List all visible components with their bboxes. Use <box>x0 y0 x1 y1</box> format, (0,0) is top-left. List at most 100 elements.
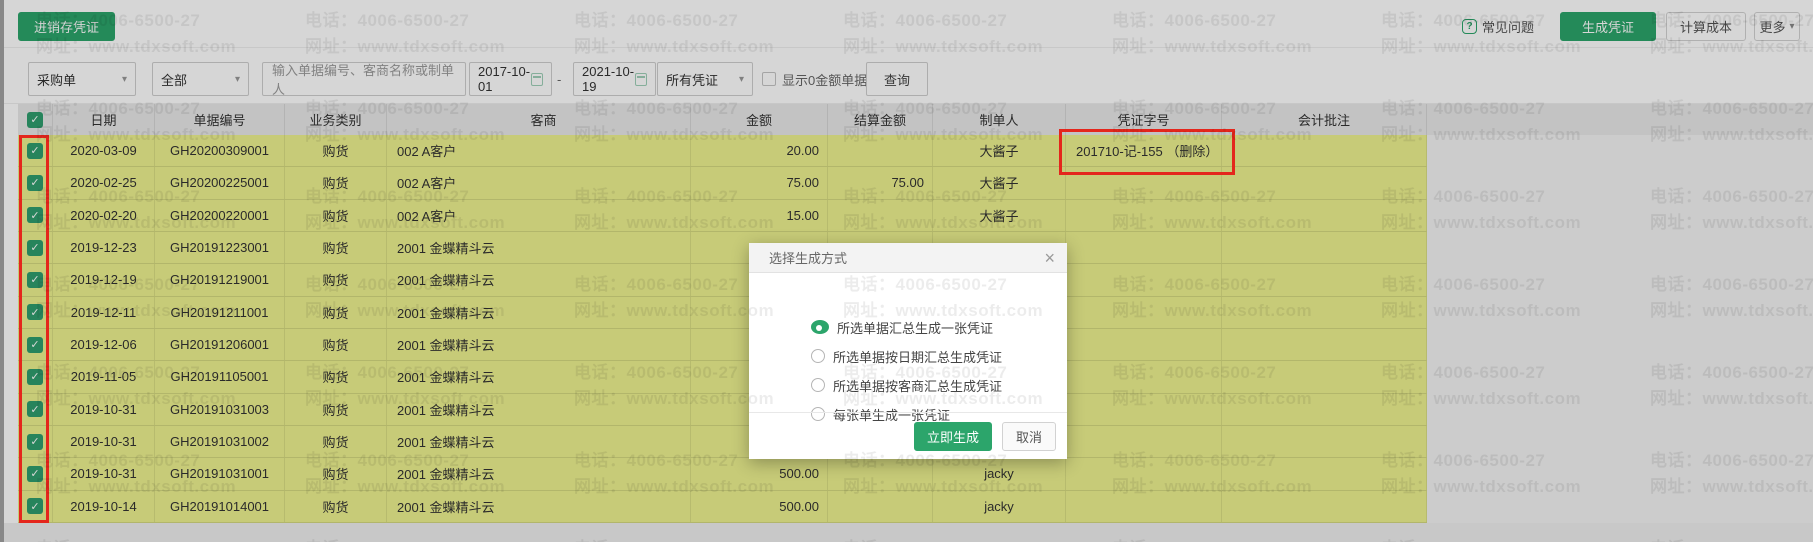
date-from-input[interactable]: 2017-10-01 <box>469 62 552 96</box>
col-header-voucher-no[interactable]: 凭证字号 <box>1066 104 1222 135</box>
cell-voucher-no <box>1066 491 1222 522</box>
cell-biz-type: 购货 <box>285 458 387 489</box>
cell-biz-type: 购货 <box>285 394 387 425</box>
inventory-voucher-button[interactable]: 进销存凭证 <box>18 12 115 41</box>
generate-now-button[interactable]: 立即生成 <box>914 422 992 451</box>
show-zero-label: 显示0金额单据 <box>782 70 867 89</box>
row-checkbox[interactable]: ✓ <box>27 369 43 385</box>
col-header-date[interactable]: 日期 <box>53 104 155 135</box>
cell-doc-no: GH20191014001 <box>155 491 285 522</box>
table-row[interactable]: ✓ 2020-02-20 GH20200220001 购货 002 A客户 15… <box>18 200 1427 232</box>
cell-customer: 002 A客户 <box>387 200 691 231</box>
show-zero-checkbox[interactable]: 显示0金额单据 <box>762 62 867 96</box>
cell-settle-amount <box>828 200 933 231</box>
radio-option[interactable]: 所选单据汇总生成一张凭证 <box>811 317 993 337</box>
radio-option[interactable]: 所选单据按日期汇总生成凭证 <box>811 346 1002 366</box>
table-row[interactable]: ✓ 2019-12-19 GH20191219001 购货 2001 金蝶精斗云 <box>18 264 1427 296</box>
col-header-customer[interactable]: 客商 <box>387 104 691 135</box>
radio-unselected-icon[interactable] <box>811 378 825 392</box>
cell-note <box>1222 458 1427 489</box>
close-icon[interactable]: × <box>1044 249 1055 267</box>
date-to-input[interactable]: 2021-10-19 <box>573 62 656 96</box>
cell-doc-no: GH20200225001 <box>155 167 285 198</box>
doc-type-select[interactable]: 采购单 ▾ <box>28 62 136 96</box>
col-header-note[interactable]: 会计批注 <box>1222 104 1427 135</box>
cell-voucher-no: 201710-记-155 （删除） <box>1066 135 1222 166</box>
app-window: 进销存凭证 ? 常见问题 生成凭证 计算成本 更多 ▾ 采购单 ▾ 全部 ▾ 输… <box>0 0 1813 542</box>
more-button[interactable]: 更多 ▾ <box>1754 12 1800 41</box>
cell-voucher-no <box>1066 167 1222 198</box>
dialog-body: 所选单据汇总生成一张凭证所选单据按日期汇总生成凭证所选单据按客商汇总生成凭证每张… <box>749 273 1067 412</box>
table-header: ✓ 日期 单据编号 业务类别 客商 金额 结算金额 制单人 凭证字号 会计批注 <box>18 104 1813 135</box>
cell-customer: 2001 金蝶精斗云 <box>387 394 691 425</box>
col-header-settle-amount[interactable]: 结算金额 <box>828 104 933 135</box>
table-row[interactable]: ✓ 2020-03-09 GH20200309001 购货 002 A客户 20… <box>18 135 1427 167</box>
cell-date: 2019-10-31 <box>53 394 155 425</box>
faq-link[interactable]: ? 常见问题 <box>1462 14 1534 38</box>
cell-maker: 大酱子 <box>933 200 1066 231</box>
page-footer-area <box>0 523 1813 542</box>
cell-biz-type: 购货 <box>285 167 387 198</box>
row-checkbox[interactable]: ✓ <box>27 207 43 223</box>
cell-doc-no: GH20191219001 <box>155 264 285 295</box>
row-checkbox[interactable]: ✓ <box>27 143 43 159</box>
table-row[interactable]: ✓ 2020-02-25 GH20200225001 购货 002 A客户 75… <box>18 167 1427 199</box>
generate-mode-dialog: 选择生成方式 × 所选单据汇总生成一张凭证所选单据按日期汇总生成凭证所选单据按客… <box>749 243 1067 459</box>
cell-maker: 大酱子 <box>933 135 1066 166</box>
cell-biz-type: 购货 <box>285 264 387 295</box>
table-row[interactable]: ✓ 2019-10-31 GH20191031002 购货 2001 金蝶精斗云 <box>18 426 1427 458</box>
col-header-maker[interactable]: 制单人 <box>933 104 1066 135</box>
table-row[interactable]: ✓ 2019-12-11 GH20191211001 购货 2001 金蝶精斗云 <box>18 297 1427 329</box>
row-checkbox[interactable]: ✓ <box>27 434 43 450</box>
row-checkbox[interactable]: ✓ <box>27 304 43 320</box>
cell-voucher-no <box>1066 232 1222 263</box>
calculate-cost-button[interactable]: 计算成本 <box>1666 12 1746 41</box>
select-all-checkbox[interactable]: ✓ <box>27 112 43 128</box>
cell-customer: 2001 金蝶精斗云 <box>387 361 691 392</box>
chevron-down-icon: ▾ <box>235 74 240 85</box>
table-row[interactable]: ✓ 2019-12-23 GH20191223001 购货 2001 金蝶精斗云 <box>18 232 1427 264</box>
row-checkbox[interactable]: ✓ <box>27 466 43 482</box>
dialog-title: 选择生成方式 <box>769 248 847 267</box>
voucher-filter-select[interactable]: 所有凭证 ▾ <box>657 62 753 96</box>
col-header-amount[interactable]: 金额 <box>691 104 828 135</box>
row-checkbox[interactable]: ✓ <box>27 175 43 191</box>
cell-biz-type: 购货 <box>285 232 387 263</box>
top-toolbar: 进销存凭证 ? 常见问题 生成凭证 计算成本 更多 ▾ <box>0 0 1813 48</box>
cell-voucher-no <box>1066 394 1222 425</box>
col-header-doc-no[interactable]: 单据编号 <box>155 104 285 135</box>
cell-customer: 2001 金蝶精斗云 <box>387 458 691 489</box>
cell-note <box>1222 167 1427 198</box>
cell-settle-amount <box>828 491 933 522</box>
radio-unselected-icon[interactable] <box>811 349 825 363</box>
table-row[interactable]: ✓ 2019-10-31 GH20191031001 购货 2001 金蝶精斗云… <box>18 458 1427 490</box>
cell-maker: jacky <box>933 458 1066 489</box>
generate-voucher-button[interactable]: 生成凭证 <box>1560 12 1656 41</box>
search-input[interactable]: 输入单据编号、客商名称或制单人 <box>262 62 466 96</box>
row-checkbox[interactable]: ✓ <box>27 272 43 288</box>
row-checkbox[interactable]: ✓ <box>27 240 43 256</box>
row-checkbox[interactable]: ✓ <box>27 498 43 514</box>
window-left-edge <box>0 0 4 542</box>
cell-voucher-no <box>1066 264 1222 295</box>
cell-doc-no: GH20191031001 <box>155 458 285 489</box>
cell-customer: 2001 金蝶精斗云 <box>387 232 691 263</box>
table-row[interactable]: ✓ 2019-10-14 GH20191014001 购货 2001 金蝶精斗云… <box>18 491 1427 523</box>
cell-date: 2019-10-31 <box>53 426 155 457</box>
table-row[interactable]: ✓ 2019-11-05 GH20191105001 购货 2001 金蝶精斗云 <box>18 361 1427 393</box>
scope-select[interactable]: 全部 ▾ <box>152 62 249 96</box>
query-button[interactable]: 查询 <box>866 62 928 96</box>
table-row[interactable]: ✓ 2019-12-06 GH20191206001 购货 2001 金蝶精斗云 <box>18 329 1427 361</box>
cell-note <box>1222 232 1427 263</box>
row-checkbox[interactable]: ✓ <box>27 401 43 417</box>
radio-selected-icon[interactable] <box>811 320 829 334</box>
chevron-down-icon: ▾ <box>1789 21 1794 32</box>
row-checkbox[interactable]: ✓ <box>27 337 43 353</box>
col-header-biz-type[interactable]: 业务类别 <box>285 104 387 135</box>
cell-customer: 2001 金蝶精斗云 <box>387 329 691 360</box>
cell-voucher-no <box>1066 329 1222 360</box>
radio-option[interactable]: 所选单据按客商汇总生成凭证 <box>811 375 1002 395</box>
cancel-button[interactable]: 取消 <box>1002 422 1056 451</box>
table-row[interactable]: ✓ 2019-10-31 GH20191031003 购货 2001 金蝶精斗云 <box>18 394 1427 426</box>
date-from-value: 2017-10-01 <box>478 64 531 94</box>
